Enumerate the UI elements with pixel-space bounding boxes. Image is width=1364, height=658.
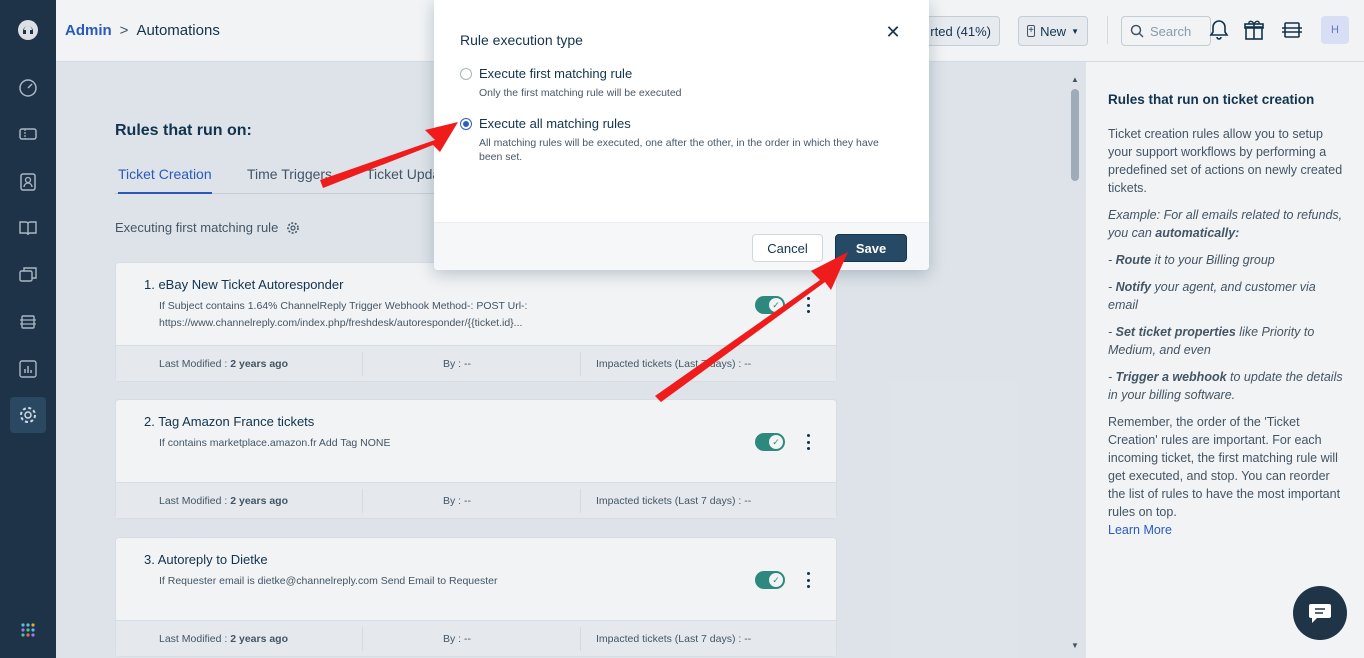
rule-execution-modal: Rule execution type ✕ Execute first matc… bbox=[434, 0, 929, 270]
chat-icon bbox=[1309, 604, 1331, 623]
option-description: Only the first matching rule will be exe… bbox=[479, 87, 682, 99]
modal-footer: Cancel Save bbox=[434, 222, 929, 270]
option-description: All matching rules will be executed, one… bbox=[479, 137, 879, 163]
save-button[interactable]: Save bbox=[835, 234, 907, 262]
radio-all-matching[interactable] bbox=[460, 118, 472, 130]
modal-title: Rule execution type bbox=[460, 32, 583, 48]
radio-first-matching[interactable] bbox=[460, 68, 472, 80]
option-label[interactable]: Execute all matching rules bbox=[479, 116, 631, 131]
close-icon[interactable]: ✕ bbox=[885, 23, 901, 41]
cancel-button[interactable]: Cancel bbox=[752, 234, 823, 262]
chat-launcher-button[interactable] bbox=[1293, 586, 1347, 640]
option-label[interactable]: Execute first matching rule bbox=[479, 66, 632, 81]
